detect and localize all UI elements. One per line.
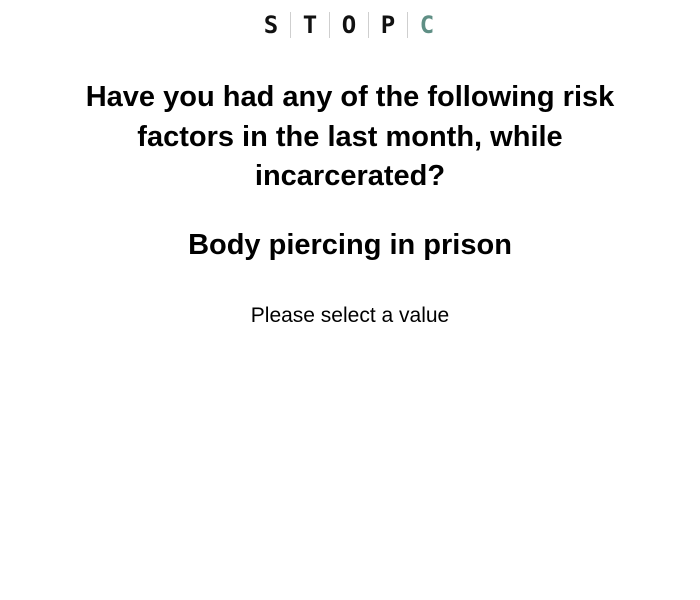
survey-page: S T O P C Have you had any of the follow… [0, 0, 700, 600]
selection-prompt: Please select a value [250, 304, 450, 327]
logo-letter-t: T [302, 11, 318, 39]
logo-letter-p: P [380, 11, 396, 39]
risk-factor-title: Body piercing in prison [188, 229, 512, 261]
stopc-logo: S T O P C [252, 11, 446, 39]
logo-letter-s: S [263, 11, 279, 39]
logo-letter-o: O [341, 11, 357, 39]
question-heading: Have you had any of the following risk f… [85, 81, 615, 192]
logo-letter-c: C [419, 11, 435, 39]
